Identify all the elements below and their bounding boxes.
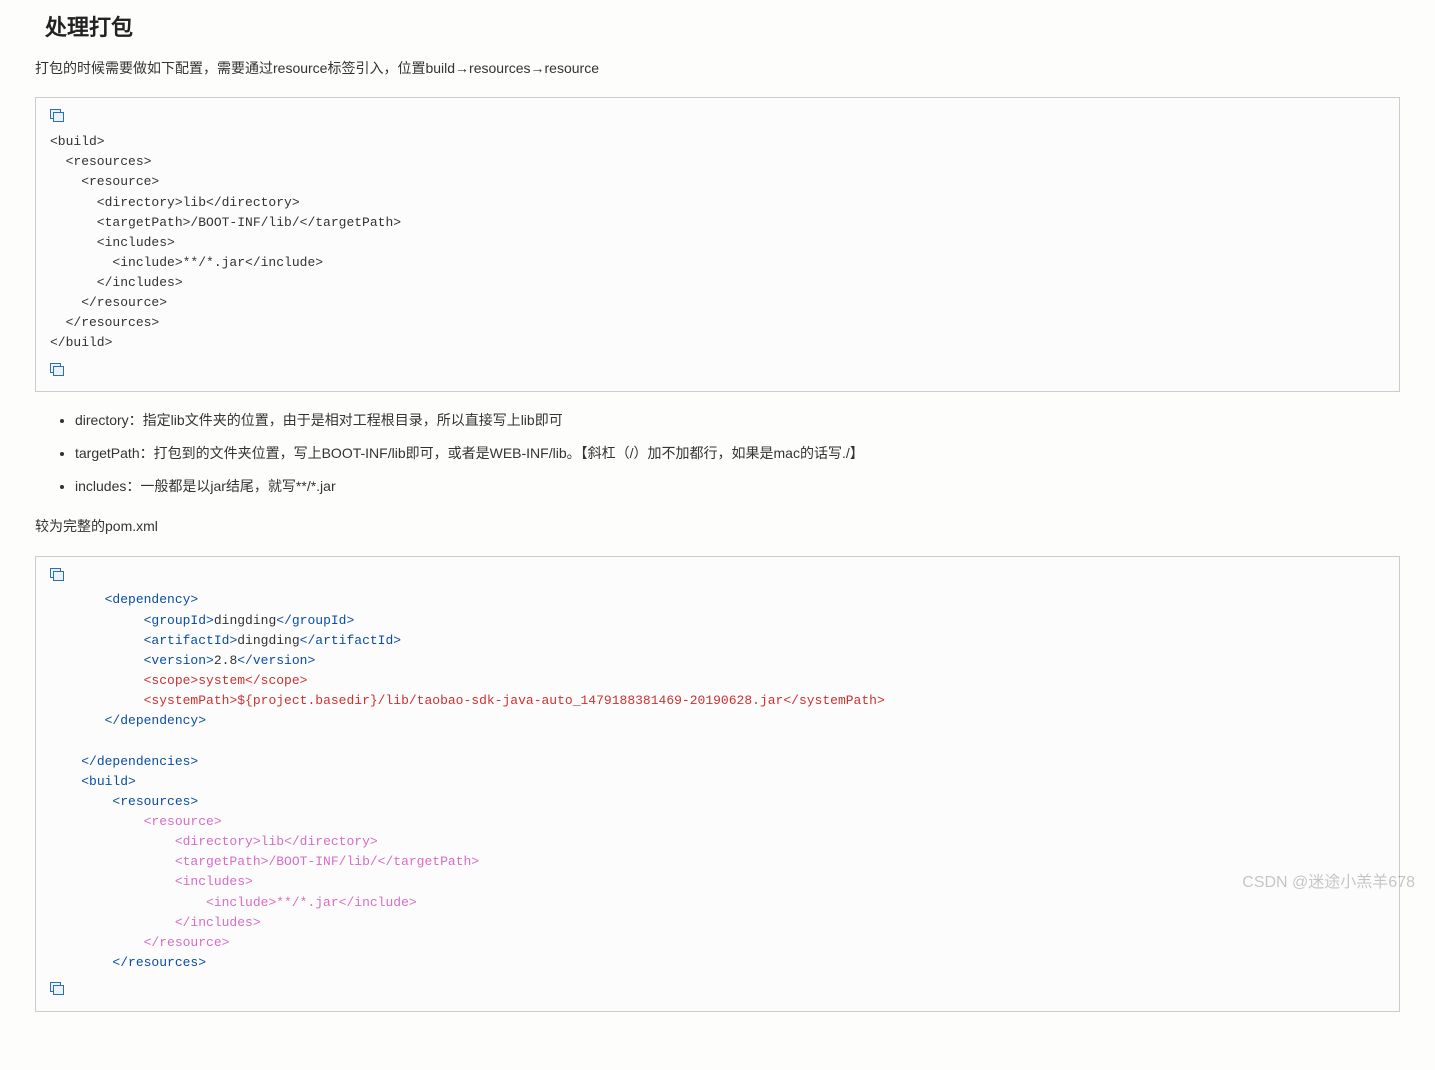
code-block-1: <build> <resources> <resource> <director… [35, 97, 1400, 392]
copy-icon[interactable] [50, 109, 64, 121]
copy-icon[interactable] [50, 982, 64, 994]
code-block-2: <dependency> <groupId>dingding</groupId>… [35, 556, 1400, 1012]
code-text-2: <dependency> <groupId>dingding</groupId>… [50, 590, 1385, 973]
bullet-list: directory：指定lib文件夹的位置，由于是相对工程根目录，所以直接写上l… [35, 410, 1400, 497]
section-heading: 处理打包 [35, 10, 1400, 42]
intro-paragraph: 打包的时候需要做如下配置，需要通过resource标签引入，位置build→re… [35, 57, 1400, 79]
copy-icon[interactable] [50, 363, 64, 375]
code-text-1: <build> <resources> <resource> <director… [50, 132, 1385, 354]
list-item: includes：一般都是以jar结尾，就写**/*.jar [75, 476, 1400, 497]
list-item: directory：指定lib文件夹的位置，由于是相对工程根目录，所以直接写上l… [75, 410, 1400, 431]
list-item: targetPath：打包到的文件夹位置，写上BOOT-INF/lib即可，或者… [75, 443, 1400, 464]
copy-icon[interactable] [50, 568, 64, 580]
pom-paragraph: 较为完整的pom.xml [35, 515, 1400, 537]
article-content: 处理打包 打包的时候需要做如下配置，需要通过resource标签引入，位置bui… [0, 0, 1435, 1070]
